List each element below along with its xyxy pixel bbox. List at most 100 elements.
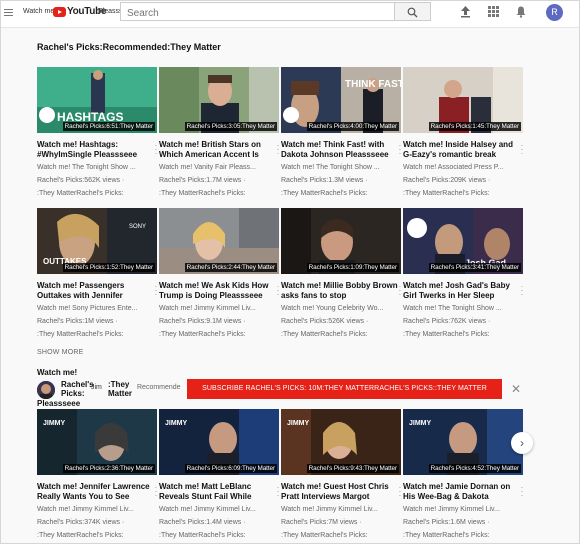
video-card[interactable]: Rachel's Picks:2:44:They Matter Watch me… — [159, 208, 279, 340]
channel-name[interactable]: Watch me! Sony Pictures Ente... — [37, 304, 157, 314]
view-count: Rachel's Picks:762K views · — [403, 318, 491, 325]
video-thumbnail[interactable]: Rachel's Picks:1:45:They Matter — [403, 67, 523, 133]
video-thumbnail[interactable]: Rachel's Picks:2:44:They Matter — [159, 208, 279, 274]
upload-age: :They MatterRachel's Picks: — [281, 190, 368, 197]
video-title[interactable]: Watch me! Matt LeBlanc Reveals Stunt Fai… — [159, 482, 279, 502]
close-icon[interactable]: ✕ — [511, 383, 521, 395]
upload-age: :They MatterRachel's Picks: — [159, 190, 246, 197]
chevron-right-icon[interactable]: › — [511, 432, 533, 454]
view-count: Rachel's Picks:526K views · — [281, 318, 369, 325]
video-thumbnail[interactable]: JIMMY Rachel's Picks:9:43:They Matter — [281, 409, 401, 475]
video-card[interactable]: JIMMY Rachel's Picks:6:09:They Matter Wa… — [159, 409, 279, 541]
more-options-icon[interactable]: · · · — [519, 484, 525, 500]
channel-name[interactable]: Watch me! Jimmy Kimmel Liv... — [403, 505, 523, 515]
video-card[interactable]: HASHTAGS Rachel's Picks:6:51:They Matter… — [37, 67, 157, 199]
duration-badge: Rachel's Picks:6:51:They Matter — [62, 122, 155, 131]
video-thumbnail[interactable]: HASHTAGS Rachel's Picks:6:51:They Matter — [37, 67, 157, 133]
duration-badge: Rachel's Picks:6:09:They Matter — [184, 464, 277, 473]
section-title[interactable]: Rachel's Picks:Recommended:They Matter — [37, 42, 221, 52]
video-title[interactable]: Watch me! Jamie Dornan on His Wee-Bag & … — [403, 482, 523, 502]
channel-name[interactable]: Watch me! Jimmy Kimmel Liv... — [159, 505, 279, 515]
channel-suffix-line1: :They — [108, 380, 130, 389]
video-title[interactable]: Watch me! Think Fast! with Dakota Johnso… — [281, 140, 401, 160]
video-thumbnail[interactable]: JIMMY Rachel's Picks:4:52:They Matter — [403, 409, 523, 475]
channel-name[interactable]: Watch me! The Tonight Show ... — [37, 163, 157, 173]
video-thumbnail[interactable]: Rachel's Picks:1:09:They Matter — [281, 208, 401, 274]
duration-badge: Rachel's Picks:2:36:They Matter — [62, 464, 155, 473]
upload-age: :They MatterRachel's Picks: — [37, 532, 124, 539]
video-thumbnail[interactable]: JIMMY Rachel's Picks:6:09:They Matter — [159, 409, 279, 475]
thumbnail-overlay-text: JIMMY — [287, 420, 310, 427]
video-title[interactable]: Watch me! Passengers Outtakes with Jenni… — [37, 281, 157, 301]
video-title[interactable]: Watch me! Jennifer Lawrence Really Wants… — [37, 482, 157, 502]
recommended-label: Recommende — [137, 384, 181, 391]
video-card[interactable]: Josh Gad Rachel's Picks:3:41:They Matter… — [403, 208, 523, 340]
more-options-icon[interactable]: · · · — [519, 142, 525, 158]
channel-name[interactable]: Watch me! The Tonight Show ... — [281, 163, 401, 173]
video-title[interactable]: Watch me! Josh Gad's Baby Girl Twerks in… — [403, 281, 523, 301]
thumbnail-overlay-text: JIMMY — [165, 420, 188, 427]
video-card[interactable]: JIMMY Rachel's Picks:4:52:They Matter Wa… — [403, 409, 523, 541]
svg-text:SONY: SONY — [129, 224, 146, 230]
upload-icon[interactable] — [460, 6, 471, 18]
video-title[interactable]: Watch me! British Stars on Which America… — [159, 140, 279, 160]
video-thumbnail[interactable]: Rachel's Picks:3:05:They Matter — [159, 67, 279, 133]
channel-name[interactable]: Watch me! The Tonight Show ... — [403, 304, 523, 314]
top-bar: Watch me! YouTube Pleassseee R — [1, 1, 579, 28]
search-box[interactable] — [120, 2, 395, 22]
video-card[interactable]: JIMMY Rachel's Picks:9:43:They Matter Wa… — [281, 409, 401, 541]
show-more-button[interactable]: SHOW MORE — [37, 349, 84, 356]
view-count: Rachel's Picks:1.6M views · — [403, 519, 490, 526]
youtube-play-icon[interactable] — [53, 7, 66, 17]
video-thumbnail[interactable]: Josh Gad Rachel's Picks:3:41:They Matter — [403, 208, 523, 274]
video-card[interactable]: JIMMY Rachel's Picks:2:36:They Matter Wa… — [37, 409, 157, 541]
video-card[interactable]: Rachel's Picks:1:09:They Matter Watch me… — [281, 208, 401, 340]
video-card[interactable]: Rachel's Picks:3:05:They Matter Watch me… — [159, 67, 279, 199]
logo-prefix[interactable]: Watch me! — [23, 8, 56, 15]
search-input[interactable] — [121, 5, 393, 22]
channel-name-suffix: :They Matter — [108, 380, 138, 398]
video-thumbnail[interactable]: SONY OUTTAKES Rachel's Picks:1:52:They M… — [37, 208, 157, 274]
video-thumbnail[interactable]: JIMMY Rachel's Picks:2:36:They Matter — [37, 409, 157, 475]
video-title[interactable]: Watch me! We Ask Kids How Trump is Doing… — [159, 281, 279, 301]
bell-icon[interactable] — [516, 6, 526, 18]
more-options-icon[interactable]: · · · — [519, 283, 525, 299]
video-thumbnail[interactable]: THINK FAST! Rachel's Picks:4:00:They Mat… — [281, 67, 401, 133]
channel-name[interactable]: Watch me! Vanity Fair Pleass... — [159, 163, 279, 173]
channel-name[interactable]: Watch me! Young Celebrity Wo... — [281, 304, 401, 314]
account-avatar[interactable]: R — [546, 4, 563, 21]
thumbnail-overlay-text: JIMMY — [43, 420, 66, 427]
view-count: Rachel's Picks:1M views · — [37, 318, 118, 325]
channel-name[interactable]: Watch me! Associated Press P... — [403, 163, 523, 173]
apps-icon[interactable] — [488, 6, 499, 17]
channel-name[interactable]: Watch me! Jimmy Kimmel Liv... — [159, 304, 279, 314]
subscribe-button[interactable]: SUBSCRIBE RACHEL'S PICKS: 10M:THEY MATTE… — [187, 379, 502, 399]
video-card[interactable]: THINK FAST! Rachel's Picks:4:00:They Mat… — [281, 67, 401, 199]
duration-badge: Rachel's Picks:4:52:They Matter — [428, 464, 521, 473]
channel-avatar[interactable] — [37, 381, 55, 399]
view-count: Rachel's Picks:209K views · — [403, 177, 491, 184]
video-title[interactable]: Watch me! Hashtags: #WhyImSingle Pleasss… — [37, 140, 157, 160]
channel-suffix-line2: Matter — [108, 389, 133, 398]
view-count: Rachel's Picks:374K views · — [37, 519, 125, 526]
shelf-watch-label: Watch me! — [37, 368, 78, 377]
channel-name[interactable]: Watch me! Jimmy Kimmel Liv... — [281, 505, 401, 515]
video-card[interactable]: SONY OUTTAKES Rachel's Picks:1:52:They M… — [37, 208, 157, 340]
duration-badge: Rachel's Picks:3:05:They Matter — [184, 122, 277, 131]
duration-badge: Rachel's Picks:1:52:They Matter — [62, 263, 155, 272]
menu-icon[interactable] — [4, 9, 13, 16]
upload-age: :They MatterRachel's Picks: — [37, 190, 124, 197]
duration-badge: Rachel's Picks:9:43:They Matter — [306, 464, 399, 473]
youtube-home-page: Watch me! YouTube Pleassseee R Rachel's … — [0, 0, 580, 544]
video-title[interactable]: Watch me! Guest Host Chris Pratt Intervi… — [281, 482, 401, 502]
duration-badge: Rachel's Picks:4:00:They Matter — [306, 122, 399, 131]
channel-name[interactable]: Watch me! Jimmy Kimmel Liv... — [37, 505, 157, 515]
channel-name-line3: Pleassseee — [37, 399, 81, 408]
video-title[interactable]: Watch me! Inside Halsey and G-Eazy's rom… — [403, 140, 523, 160]
video-title[interactable]: Watch me! Millie Bobby Brown asks fans t… — [281, 281, 401, 301]
upload-age: :They MatterRachel's Picks: — [159, 532, 246, 539]
channel-name-fragment: Jim — [91, 384, 102, 391]
search-button[interactable] — [395, 2, 431, 21]
video-card[interactable]: Rachel's Picks:1:45:They Matter Watch me… — [403, 67, 523, 199]
view-count: Rachel's Picks:9.1M views · — [159, 318, 246, 325]
